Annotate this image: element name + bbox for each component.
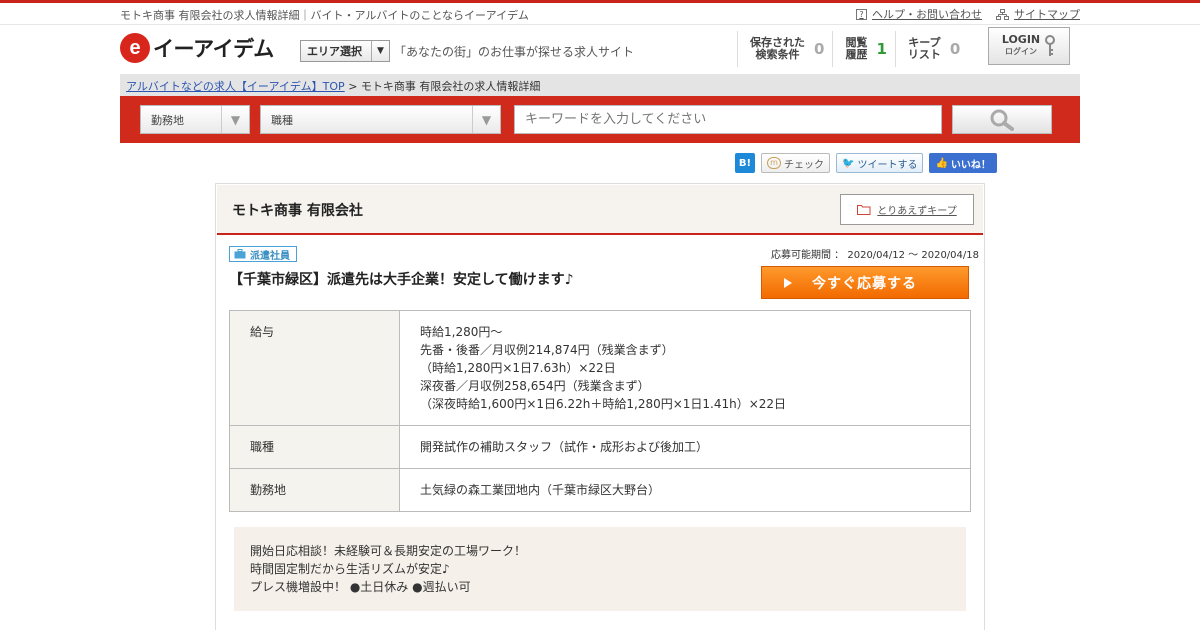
job-description: 開始日応相談！未経験可＆長期安定の工場ワーク！ 時間固定制だから生活リズムが安定… <box>234 527 966 611</box>
table-row: 職種 開発試作の補助スタッフ（試作・成形および後加工） <box>229 425 971 469</box>
chevron-down-icon: ▼ <box>371 41 389 61</box>
detail-label: 給与 <box>229 310 400 426</box>
area-select-dropdown[interactable]: エリア選択 ▼ <box>300 40 390 62</box>
location-select[interactable]: 勤務地 ▼ <box>140 105 250 134</box>
logo-mark-icon: e <box>120 33 150 63</box>
view-history-count: 1 <box>876 40 887 58</box>
breadcrumb-home-link[interactable]: アルバイトなどの求人【イーアイデム】TOP <box>126 80 345 93</box>
keep-button[interactable]: とりあえずキープ <box>840 194 974 225</box>
search-icon <box>990 109 1014 131</box>
header-stats: 保存された 検索条件 0 閲覧 履歴 1 キープ リスト 0 <box>737 31 968 67</box>
table-row: 勤務地 土気緑の森工業団地内（千葉市緑区大野台） <box>229 468 971 512</box>
employment-type-badge: 派遣社員 <box>229 246 297 262</box>
help-link[interactable]: ? ヘルプ・お問い合わせ <box>856 6 982 22</box>
top-utility-bar: モトキ商事 有限会社の求人情報詳細｜バイト・アルバイトのことならイーアイデム ?… <box>0 3 1200 25</box>
help-icon: ? <box>856 8 867 20</box>
chevron-down-icon: ▼ <box>221 106 249 133</box>
job-card: モトキ商事 有限会社 とりあえずキープ 派遣社員 応募可能期間 ： 2020/0… <box>215 183 985 630</box>
eaidem-logo[interactable]: e イーアイデム <box>120 32 274 64</box>
thumbs-up-icon: 👍 <box>935 157 948 169</box>
job-card-header: モトキ商事 有限会社 とりあえずキープ <box>217 185 983 235</box>
site-tagline: 「あなたの街」のお仕事が探せる求人サイト <box>394 45 635 59</box>
detail-label: 勤務地 <box>229 468 400 512</box>
logo-text: イーアイデム <box>153 37 274 61</box>
folder-icon <box>857 205 871 215</box>
facebook-like-button[interactable]: 👍 いいね！ <box>929 153 997 173</box>
tweet-button[interactable]: 🐦 ツイートする <box>836 153 924 173</box>
job-details-table: 給与 時給1,280円〜 先番・後番／月収例214,874円（残業含まず） （時… <box>229 310 971 512</box>
login-button[interactable]: LOGIN ログイン <box>988 27 1070 65</box>
twitter-bird-icon: 🐦 <box>842 157 855 169</box>
chevron-down-icon: ▼ <box>472 106 500 133</box>
detail-label: 職種 <box>229 425 400 469</box>
sitemap-icon <box>996 8 1009 20</box>
sitemap-link[interactable]: サイトマップ <box>996 6 1080 22</box>
site-header: e イーアイデム エリア選択 ▼ 「あなたの街」のお仕事が探せる求人サイト 保存… <box>120 25 1080 73</box>
briefcase-icon <box>234 249 246 259</box>
social-buttons: B! m チェック 🐦 ツイートする 👍 いいね！ <box>735 153 997 173</box>
key-icon <box>1045 35 1056 56</box>
saved-searches-link[interactable]: 保存された 検索条件 0 <box>737 31 832 67</box>
mixi-icon: m <box>767 157 781 169</box>
apply-now-button[interactable]: 今すぐ応募する <box>761 266 969 299</box>
detail-value: 時給1,280円〜 先番・後番／月収例214,874円（残業含まず） （時給1,… <box>399 310 971 426</box>
keyword-input[interactable] <box>514 105 942 134</box>
keep-list-link[interactable]: キープ リスト 0 <box>894 31 968 67</box>
search-bar: 勤務地 ▼ 職種 ▼ <box>120 96 1080 143</box>
play-arrow-icon <box>784 277 792 288</box>
saved-searches-count: 0 <box>814 40 825 58</box>
application-period: 応募可能期間 ： 2020/04/12 ～ 2020/04/18 <box>771 250 979 261</box>
search-button[interactable] <box>952 105 1052 134</box>
detail-value: 土気緑の森工業団地内（千葉市緑区大野台） <box>399 468 971 512</box>
detail-value: 開発試作の補助スタッフ（試作・成形および後加工） <box>399 425 971 469</box>
jobtype-select[interactable]: 職種 ▼ <box>260 105 501 134</box>
breadcrumb-current: モトキ商事 有限会社の求人情報詳細 <box>360 80 541 93</box>
hatena-bookmark-button[interactable]: B! <box>735 153 755 173</box>
mixi-check-button[interactable]: m チェック <box>761 153 830 173</box>
company-name: モトキ商事 有限会社 <box>232 203 363 219</box>
table-row: 給与 時給1,280円〜 先番・後番／月収例214,874円（残業含まず） （時… <box>229 310 971 426</box>
breadcrumb: アルバイトなどの求人【イーアイデム】TOP > モトキ商事 有限会社の求人情報詳… <box>120 74 1080 96</box>
job-title: 【千葉市緑区】派遣先は大手企業！安定して働けます♪ <box>229 272 574 288</box>
keep-list-count: 0 <box>949 40 961 58</box>
view-history-link[interactable]: 閲覧 履歴 1 <box>832 31 894 67</box>
site-description: モトキ商事 有限会社の求人情報詳細｜バイト・アルバイトのことならイーアイデム <box>120 9 529 22</box>
